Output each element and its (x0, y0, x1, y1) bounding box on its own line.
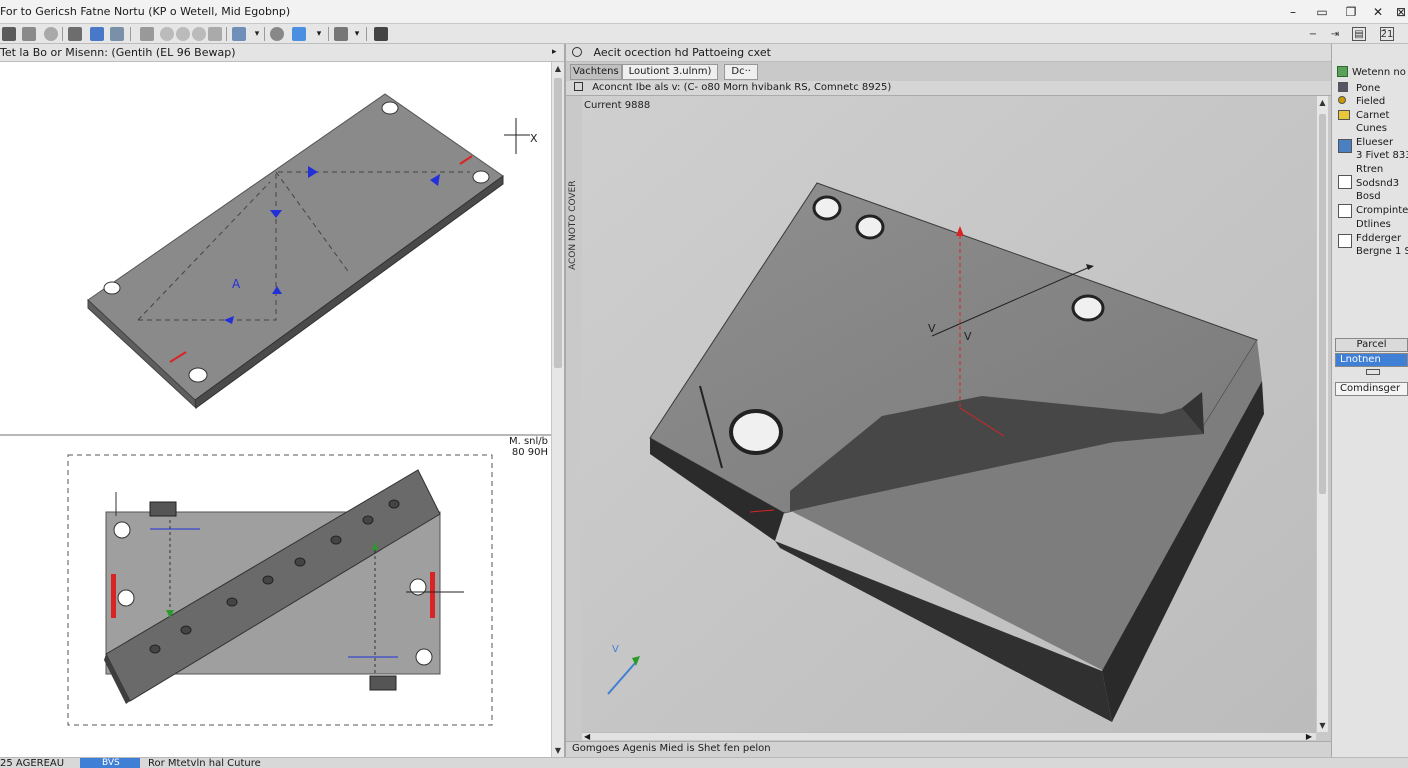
annotation-v1: V (928, 322, 936, 335)
info-icon (572, 47, 582, 57)
tab-loutiont[interactable]: Loutiont 3.ulnm) (621, 64, 719, 80)
scroll-left-icon[interactable]: ◀ (584, 732, 590, 741)
grid-tool-icon[interactable] (2, 27, 16, 41)
toolbar-right-icon-2[interactable]: ⇥ (1328, 27, 1342, 41)
collapse-icon[interactable] (574, 82, 583, 91)
model-icon (1337, 66, 1348, 77)
viewport-horizontal-scrollbar[interactable]: ◀ ▶ (582, 732, 1316, 741)
left-panel-header: Tet la Bo or Misenn: (Gentih (EL 96 Bewa… (0, 44, 564, 62)
circle-tool-icon[interactable] (160, 27, 174, 41)
3d-model-canvas[interactable]: V V V Current 9888 (582, 96, 1316, 732)
arc-tool-icon[interactable] (176, 27, 190, 41)
toolbar-right-icon-1[interactable]: − (1306, 27, 1320, 41)
folder-icon (1338, 110, 1350, 120)
feature-item-elueser[interactable]: Elueser (1356, 137, 1393, 148)
scroll-thumb[interactable] (1319, 114, 1326, 494)
dimension-icon[interactable] (140, 27, 154, 41)
window-layout-icon[interactable] (374, 27, 388, 41)
field-icon (1338, 96, 1346, 104)
right-panel-title: Wetenn no (1352, 67, 1406, 78)
section-icon[interactable] (334, 27, 348, 41)
view-dropdown-icon[interactable]: ▾ (250, 27, 264, 41)
tab-vachtens[interactable]: Vachtens (570, 64, 622, 80)
main-viewport-panel: Aecit ocection hd Pattoeing cxet Vachten… (566, 44, 1331, 757)
status-bar: 25 AGEREAU BVS Ror Mtetvln hal Cuture (0, 757, 1408, 768)
feature-item-carnet[interactable]: Carnet (1356, 110, 1389, 121)
assembly-icon[interactable] (68, 27, 82, 41)
viewport-tabs: Vachtens Loutiont 3.ulnm) Dc·· (570, 64, 758, 80)
feature-item-fdderger[interactable]: Fdderger (1356, 233, 1401, 244)
status-left: 25 AGEREAU (0, 758, 65, 768)
document-path: Aconcnt Ibe als v: (C- o80 Morn hvibank … (592, 82, 892, 93)
section-dropdown-icon[interactable]: ▾ (350, 27, 364, 41)
combo-select[interactable]: Comdinsger (1335, 382, 1408, 396)
feature-item-pone[interactable]: Pone (1356, 83, 1380, 94)
document-icon (1338, 234, 1352, 248)
minimize-button[interactable]: – (1284, 3, 1302, 21)
sketch-tool-icon[interactable] (22, 27, 36, 41)
toolbar-right-icon-4[interactable]: 2̄1 (1380, 27, 1394, 41)
triad-label: V (612, 644, 619, 655)
viewport-title: Aecit ocection hd Pattoeing cxet (593, 46, 771, 59)
drag-handle-icon[interactable] (1366, 369, 1380, 375)
cursor-label: Current 9888 (584, 100, 650, 111)
render-icon[interactable] (270, 27, 284, 41)
extra-close-icon[interactable]: ⊠ (1392, 3, 1408, 21)
view-icon[interactable] (232, 27, 246, 41)
annotation-v2: V (964, 330, 972, 343)
plane-icon (1338, 82, 1348, 92)
feature-item-rtren[interactable]: Rtren (1356, 164, 1383, 175)
feature-item-bosd[interactable]: Bosd (1356, 191, 1381, 202)
feature-item-fieled[interactable]: Fieled (1356, 96, 1385, 107)
parcel-label: Parcel (1335, 338, 1408, 352)
view-splitter[interactable] (0, 434, 564, 436)
viewport-status: Gomgoes Agenis Mied is Shet fen pelon (566, 741, 1331, 757)
pin-icon[interactable]: ▸ (552, 47, 557, 57)
scroll-up-icon[interactable]: ▲ (1317, 98, 1328, 107)
main-toolbar: ▾ ▾ ▾ − ⇥ ▤ 2̄1 (0, 24, 1408, 44)
scroll-down-icon[interactable]: ▼ (1317, 721, 1328, 730)
feature-item-dtlines[interactable]: Dtlines (1356, 219, 1391, 230)
ellipse-tool-icon[interactable] (192, 27, 206, 41)
toolbar-right-icon-3[interactable]: ▤ (1352, 27, 1366, 41)
part-icon[interactable] (90, 27, 104, 41)
left-panel-title: Tet la Bo or Misenn: (Gentih (EL 96 Bewa… (0, 46, 236, 59)
bottom-drawing-view[interactable] (0, 444, 550, 757)
viewport-subheader: Aconcnt Ibe als v: (C- o80 Morn hvibank … (566, 81, 1331, 96)
axis-x-label: X (530, 132, 538, 145)
part-feature-icon (1338, 139, 1352, 153)
viewport-header: Aecit ocection hd Pattoeing cxet (566, 44, 1331, 62)
restore-button[interactable]: ▭ (1313, 3, 1331, 21)
scroll-down-icon[interactable]: ▼ (552, 746, 564, 755)
title-bar: For to Gericsh Fatne Nortu (KP o Wetell,… (0, 0, 1408, 24)
maximize-button[interactable]: ❐ (1342, 3, 1360, 21)
viewport-vertical-scrollbar[interactable]: ▲ ▼ (1316, 96, 1328, 732)
feature-item-fivet[interactable]: 3 Fivet 833 (1356, 150, 1408, 161)
parcel-value-field[interactable]: Lnotnen (1335, 353, 1408, 367)
scroll-thumb[interactable] (554, 78, 562, 368)
gear-icon[interactable] (44, 27, 58, 41)
display-dropdown-icon[interactable]: ▾ (312, 27, 326, 41)
feature-item-cunes[interactable]: Cunes (1356, 123, 1387, 134)
close-button[interactable]: ✕ (1369, 3, 1387, 21)
feature-item-bergne[interactable]: Bergne 1 S (1356, 246, 1408, 257)
status-tab[interactable]: BVS (80, 758, 140, 768)
status-right: Ror Mtetvln hal Cuture (148, 758, 261, 768)
pattern-icon[interactable] (208, 27, 222, 41)
window-title: For to Gericsh Fatne Nortu (KP o Wetell,… (0, 5, 291, 18)
tab-dc[interactable]: Dc·· (724, 64, 758, 80)
scroll-right-icon[interactable]: ▶ (1306, 732, 1312, 741)
display-style-icon[interactable] (292, 27, 306, 41)
feature-item-crompinte[interactable]: Crompinte8 (1356, 205, 1408, 216)
svg-text:A: A (232, 277, 241, 291)
left-scrollbar[interactable]: ▲ ▼ (551, 62, 564, 757)
side-label: ACON NOTO COVER (568, 180, 578, 270)
sketch-feature-icon (1338, 175, 1352, 189)
feature-item-sodsnd[interactable]: Sodsnd3 (1356, 178, 1399, 189)
left-drawing-panel: Tet la Bo or Misenn: (Gentih (EL 96 Bewa… (0, 44, 566, 757)
component-icon (1338, 204, 1352, 218)
drawing-icon[interactable] (110, 27, 124, 41)
top-isometric-view[interactable]: A X (0, 62, 550, 434)
scroll-up-icon[interactable]: ▲ (552, 64, 564, 73)
